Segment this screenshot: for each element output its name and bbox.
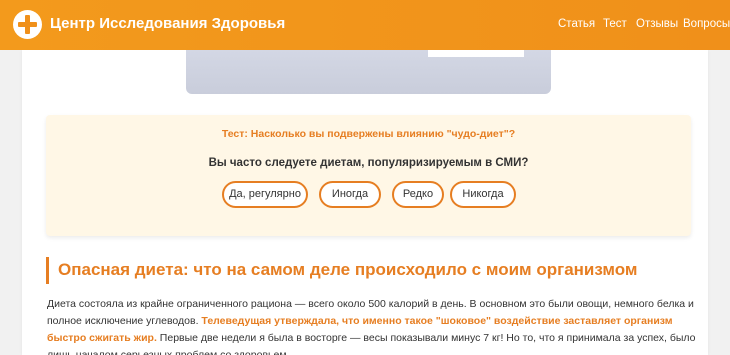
quiz-question: Вы часто следуете диетам, популяризируем… [208, 157, 529, 169]
nav-link-test[interactable]: Тест [603, 18, 627, 30]
article-container: Тест: Насколько вы подвержены влиянию "ч… [22, 42, 708, 355]
quiz-option-rarely[interactable]: Редко [392, 181, 444, 208]
quiz-title: Тест: Насколько вы подвержены влиянию "ч… [221, 128, 516, 140]
nav-link-reviews[interactable]: Отзывы [636, 18, 678, 30]
site-brand[interactable]: Центр Исследования Здоровья [50, 15, 285, 32]
section-heading: Опасная диета: что на самом деле происхо… [58, 260, 638, 279]
plus-cross-icon[interactable] [13, 10, 42, 39]
quiz-option-regularly[interactable]: Да, регулярно [222, 181, 308, 208]
heading-accent-bar [46, 257, 49, 284]
nav-link-article[interactable]: Статья [558, 18, 595, 30]
quiz-card: Тест: Насколько вы подвержены влиянию "ч… [46, 115, 691, 236]
article-paragraph: Диета состояла из крайне ограниченного р… [47, 296, 702, 355]
nav-link-questions[interactable]: Вопросы [683, 18, 730, 30]
quiz-option-never[interactable]: Никогда [450, 181, 516, 208]
site-header: Центр Исследования Здоровья Статья Тест … [0, 0, 730, 50]
quiz-option-sometimes[interactable]: Иногда [319, 181, 381, 208]
